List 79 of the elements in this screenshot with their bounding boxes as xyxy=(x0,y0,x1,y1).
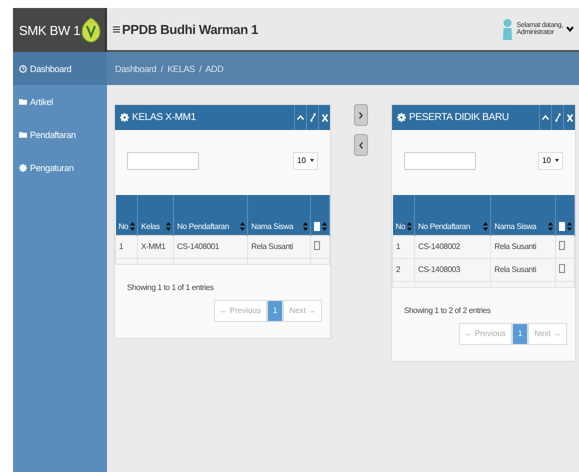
column-header[interactable]: No Pendaftaran xyxy=(414,195,491,235)
table-cell: Rela Susanti xyxy=(490,258,556,281)
entries-info: Showing 1 to 2 of 2 entries xyxy=(403,304,492,314)
close-icon xyxy=(566,114,572,122)
sidebar-item[interactable]: Pengaturan xyxy=(13,151,107,184)
column-header[interactable]: No Pendaftaran xyxy=(174,195,248,235)
collapse-button[interactable] xyxy=(294,105,306,130)
column-header[interactable]: Kelas xyxy=(138,195,174,235)
checkbox[interactable] xyxy=(314,241,320,250)
sort-icon xyxy=(567,222,572,230)
table-cell: Rela Susanti xyxy=(490,235,556,258)
chevron-down-icon[interactable] xyxy=(566,26,574,32)
folder-icon xyxy=(19,98,27,105)
column-header[interactable]: No xyxy=(116,195,138,235)
table-cell: CS-1408001 xyxy=(174,235,248,258)
column-header[interactable] xyxy=(556,195,574,235)
folder-icon xyxy=(19,131,27,138)
move-left-button[interactable] xyxy=(354,134,368,156)
checkbox[interactable] xyxy=(559,241,565,250)
menu-icon[interactable] xyxy=(113,26,120,32)
chevron-right-icon xyxy=(359,112,363,118)
sidebar-item[interactable]: Dashboard xyxy=(13,52,107,85)
expand-button[interactable] xyxy=(551,105,563,130)
sort-icon xyxy=(240,222,246,230)
table-cell: 1 xyxy=(116,235,138,258)
expand-button[interactable] xyxy=(306,105,318,130)
collapse-button[interactable] xyxy=(539,105,551,130)
caret-icon xyxy=(555,159,559,162)
gear-icon xyxy=(19,164,27,172)
entries-info: Showing 1 to 1 of 1 entries xyxy=(126,282,215,292)
checkbox[interactable] xyxy=(559,264,565,273)
clock-icon xyxy=(19,64,27,72)
sort-icon xyxy=(407,222,412,230)
sort-icon xyxy=(166,222,172,230)
expand-icon xyxy=(554,113,560,122)
close-icon xyxy=(322,114,328,122)
expand-icon xyxy=(310,113,316,122)
panel-title: PESERTA DIDIK BARU xyxy=(409,112,509,123)
sidebar-item[interactable]: Artikel xyxy=(13,85,107,118)
sidebar-item[interactable]: Pendaftaran xyxy=(13,118,107,151)
page-button[interactable]: 1 xyxy=(266,300,284,322)
next-button[interactable]: Next → xyxy=(528,322,567,344)
search-field[interactable] xyxy=(404,152,476,170)
column-header[interactable] xyxy=(310,195,330,235)
sort-icon xyxy=(548,222,553,230)
column-header[interactable]: No xyxy=(392,195,415,235)
table-cell: 1 xyxy=(392,235,415,258)
gear-icon xyxy=(397,113,406,122)
column-header[interactable]: Nama Siswa xyxy=(248,195,310,235)
column-header[interactable]: Nama Siswa xyxy=(490,195,556,235)
chevron-up-icon xyxy=(297,115,304,120)
brand-name: SMK BW 1 xyxy=(19,22,80,38)
chevron-up-icon xyxy=(542,115,549,120)
chevron-left-icon xyxy=(359,142,363,148)
shield-logo xyxy=(81,17,101,43)
sort-icon xyxy=(483,222,488,230)
table-cell: X-MM1 xyxy=(138,235,174,258)
sort-icon xyxy=(303,222,308,230)
table-cell: CS-1408002 xyxy=(414,235,491,258)
previous-button[interactable]: ← Previous xyxy=(214,300,267,322)
panel-title: KELAS X-MM1 xyxy=(132,112,196,123)
sort-icon xyxy=(322,222,327,230)
close-button[interactable] xyxy=(563,105,575,130)
table-cell: 2 xyxy=(392,258,415,281)
next-button[interactable]: Next → xyxy=(283,300,322,322)
breadcrumb: Dashboard / KELAS / ADD xyxy=(107,52,579,85)
gear-icon xyxy=(120,113,129,122)
search-field[interactable] xyxy=(127,152,199,170)
previous-button[interactable]: ← Previous xyxy=(458,322,512,344)
sort-icon xyxy=(130,222,136,230)
page-title: PPDB Budhi Warman 1 xyxy=(122,22,258,36)
page-button[interactable]: 1 xyxy=(512,322,528,344)
page-size-select[interactable]: 10 xyxy=(538,152,563,170)
page-size-select[interactable]: 10 xyxy=(293,152,318,170)
close-button[interactable] xyxy=(318,105,330,130)
table-cell: Rela Susanti xyxy=(248,235,310,258)
table-cell: CS-1408003 xyxy=(414,258,491,281)
move-right-button[interactable] xyxy=(354,104,368,126)
caret-icon xyxy=(310,159,314,162)
